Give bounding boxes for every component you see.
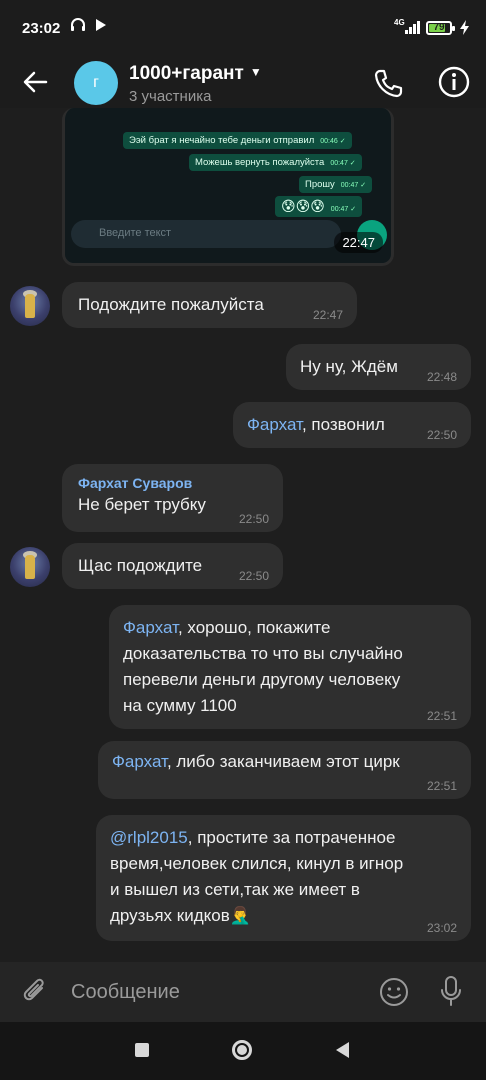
message-bubble[interactable]: Фархат, хорошо, покажите доказательства … (109, 605, 471, 729)
message-text: Щас подождите (78, 556, 203, 575)
system-nav-bar (0, 1022, 486, 1080)
home-icon[interactable] (232, 1040, 252, 1060)
message-time: 22:50 (426, 428, 457, 442)
message-bubble[interactable]: Фархат Суваров Не берет трубку 22:50 (62, 464, 283, 532)
mention-link[interactable]: Фархат (247, 415, 302, 434)
mention-link[interactable]: Фархат (112, 752, 167, 771)
message-text: и вышел из сети,так же имеет в (110, 880, 360, 899)
message-text: доказательства то что вы случайно (123, 644, 403, 663)
avatar[interactable] (10, 547, 50, 587)
charging-icon (460, 20, 469, 38)
network-label: 4G (394, 18, 405, 27)
message-bubble[interactable]: Фархат, либо заканчиваем этот цирк 22:51 (98, 741, 471, 799)
message-bubble[interactable]: Фархат, позвонил 22:50 (233, 402, 471, 448)
participants-count: 3 участника (129, 88, 212, 105)
chevron-down-icon: ▼ (249, 65, 262, 79)
inner-bubble: Можешь вернуть пожалуйста 00:47 ✓ (189, 154, 362, 171)
inner-input: Введите текст (71, 220, 341, 248)
mention-link[interactable]: Фархат (123, 618, 178, 637)
message-text: , позвонил (301, 415, 385, 434)
image-message[interactable]: Ээй брат я нечайно тебе деньги отправил 0… (62, 108, 394, 266)
battery-icon: 79 (426, 21, 455, 35)
message-time: 22:51 (426, 709, 457, 723)
message-bubble[interactable]: Ну ну, Ждём 22:48 (286, 344, 471, 390)
headphones-icon (70, 17, 86, 36)
message-text: , либо заканчиваем этот цирк (166, 752, 400, 771)
info-icon[interactable] (437, 65, 471, 99)
mention-link[interactable]: @rlpl2015 (110, 828, 188, 847)
message-text: , хорошо, покажите (177, 618, 331, 637)
back-arrow-icon[interactable] (20, 66, 52, 98)
message-time: 23:02 (426, 921, 457, 935)
message-bubble[interactable]: Подождите пожалуйста 22:47 (62, 282, 357, 328)
message-bubble[interactable]: @rlpl2015, простите за потраченное время… (96, 815, 471, 941)
chat-title-group[interactable]: 1000+гарант ▼ (129, 63, 262, 85)
message-text: время,человек слился, кинул в игнор (110, 854, 404, 873)
chat-title: 1000+гарант (129, 63, 244, 84)
emoji-icon[interactable] (378, 976, 410, 1008)
status-bar: 23:02 4G 79 (0, 0, 486, 58)
message-time: 22:50 (238, 569, 269, 583)
inner-bubble: Ээй брат я нечайно тебе деньги отправил 0… (123, 132, 352, 149)
phone-icon[interactable] (371, 66, 405, 100)
message-time: 22:48 (426, 370, 457, 384)
recent-apps-icon[interactable] (135, 1043, 149, 1057)
battery-percent: 79 (433, 22, 445, 33)
paperclip-icon[interactable] (20, 977, 50, 1007)
message-input[interactable]: Сообщение (71, 981, 180, 1004)
microphone-icon[interactable] (436, 974, 466, 1008)
message-time: 22:50 (238, 512, 269, 526)
play-icon (94, 17, 108, 36)
message-time: 22:47 (334, 232, 383, 253)
message-text: перевели деньги другому человеку (123, 670, 401, 689)
message-text: Подождите пожалуйста (78, 295, 264, 314)
message-bubble[interactable]: Щас подождите 22:50 (62, 543, 283, 589)
message-composer: Сообщение (0, 962, 486, 1022)
status-time: 23:02 (22, 20, 61, 37)
inner-bubble: 😰😰😰 00:47 ✓ (275, 196, 363, 217)
message-text: на сумму 1100 (123, 696, 237, 715)
group-avatar[interactable]: г (74, 61, 118, 105)
message-text: друзьях кидков (110, 906, 230, 925)
back-nav-icon[interactable] (336, 1042, 349, 1058)
chat-header: г 1000+гарант ▼ 3 участника (0, 58, 486, 108)
message-text: Ну ну, Ждём (300, 357, 398, 376)
signal-icon (405, 20, 421, 37)
message-text: , простите за потраченное (187, 828, 396, 847)
message-time: 22:51 (426, 779, 457, 793)
sender-name[interactable]: Фархат Суваров (78, 474, 283, 492)
inner-bubble: Прошу 00:47 ✓ (299, 176, 373, 193)
avatar[interactable] (10, 286, 50, 326)
facepalm-emoji: 🤦‍♂️ (229, 906, 251, 925)
message-time: 22:47 (312, 308, 343, 322)
